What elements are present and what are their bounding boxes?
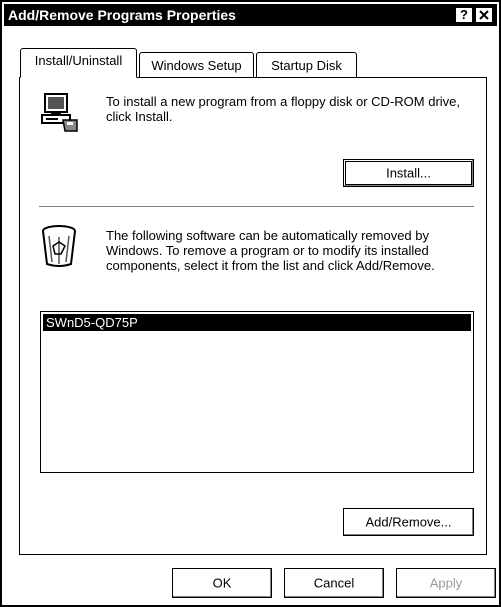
install-button-label: Install... (386, 165, 431, 181)
ok-button-label: OK (212, 575, 232, 591)
title-bar[interactable]: Add/Remove Programs Properties ? (4, 4, 497, 26)
apply-button[interactable]: Apply (396, 568, 496, 598)
recycle-bin-icon (42, 225, 76, 267)
cancel-button-label: Cancel (313, 575, 355, 591)
installed-programs-list[interactable]: SWnD5-QD75P (40, 311, 474, 473)
tab-label: Install/Uninstall (34, 53, 123, 68)
tab-windows-setup[interactable]: Windows Setup (139, 52, 254, 77)
install-button[interactable]: Install... (343, 159, 474, 187)
ok-button[interactable]: OK (172, 568, 272, 598)
window-title: Add/Remove Programs Properties (8, 7, 236, 23)
apply-button-label: Apply (429, 575, 463, 591)
add-remove-button-label: Add/Remove... (365, 514, 452, 530)
install-instructions: To install a new program from a floppy d… (106, 94, 461, 124)
computer-floppy-icon (41, 93, 78, 132)
tab-startup-disk[interactable]: Startup Disk (256, 52, 357, 77)
remove-instructions: The following software can be automatica… (106, 228, 435, 273)
help-button[interactable]: ? (455, 7, 473, 23)
close-button[interactable] (475, 7, 493, 23)
cancel-button[interactable]: Cancel (284, 568, 384, 598)
dialog-window: Add/Remove Programs Properties ? Install… (0, 0, 501, 607)
add-remove-button[interactable]: Add/Remove... (343, 508, 474, 536)
tab-label: Startup Disk (271, 58, 342, 73)
tab-label: Windows Setup (151, 58, 242, 73)
list-item[interactable]: SWnD5-QD75P (43, 314, 471, 331)
section-divider (39, 206, 474, 208)
close-icon (479, 10, 489, 20)
tab-install-uninstall[interactable]: Install/Uninstall (20, 48, 137, 78)
